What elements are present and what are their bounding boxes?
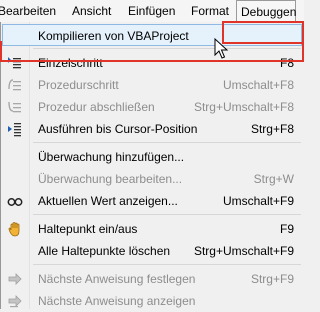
menu-item-prozedur-abschliessen[interactable]: Prozedur abschließen Strg+Umschalt+F8	[3, 96, 302, 118]
menu-item-label: Haltepunkt ein/aus	[38, 222, 138, 236]
step-out-icon	[8, 101, 21, 113]
menu-item-shortcut: Strg+Umschalt+F9	[193, 244, 294, 258]
menu-item-aktuellen-wert-anzeigen[interactable]: Aktuellen Wert anzeigen... Umschalt+F9	[3, 190, 302, 212]
menu-debuggen[interactable]: Debuggen	[236, 0, 296, 23]
menu-item-label: Kompilieren von VBAProject	[38, 29, 189, 43]
menu-item-shortcut: F9	[279, 222, 294, 236]
menu-item-einzelschritt[interactable]: Einzelschritt F8	[3, 52, 302, 74]
step-into-icon	[8, 57, 21, 69]
step-over-icon	[8, 79, 21, 91]
set-next-statement-icon	[8, 273, 22, 285]
menu-separator	[33, 264, 301, 265]
menu-format[interactable]: Format	[187, 0, 233, 22]
menu-item-ueberwachung-bearbeiten[interactable]: Überwachung bearbeiten... Strg+W	[3, 168, 302, 190]
menu-item-label: Ausführen bis Cursor-Position	[38, 122, 198, 136]
menu-item-label: Prozedur abschließen	[38, 100, 155, 114]
menu-bearbeiten[interactable]: Bearbeiten	[0, 0, 60, 22]
menu-separator	[33, 214, 301, 215]
menu-item-shortcut: Umschalt+F8	[222, 78, 294, 92]
menu-item-ausfuehren-bis-cursor[interactable]: Ausführen bis Cursor-Position Strg+F8	[3, 118, 302, 140]
mouse-cursor-icon	[214, 38, 229, 59]
menu-item-shortcut: Strg+F9	[250, 272, 294, 286]
quick-watch-icon	[7, 198, 23, 206]
menu-item-label: Alle Haltepunkte löschen	[38, 244, 171, 258]
menu-item-label: Überwachung hinzufügen...	[38, 150, 185, 164]
menu-item-label: Aktuellen Wert anzeigen...	[38, 194, 178, 208]
menu-ansicht[interactable]: Ansicht	[68, 0, 115, 22]
menu-item-label: Einzelschritt	[38, 56, 103, 70]
menu-item-shortcut: Strg+F8	[250, 122, 294, 136]
menu-item-kompilieren[interactable]: Kompilieren von VBAProject	[2, 24, 302, 46]
menu-item-shortcut: Strg+W	[253, 172, 294, 186]
run-to-cursor-icon	[8, 123, 21, 137]
menu-item-shortcut: F8	[279, 56, 294, 70]
menu-item-shortcut: Umschalt+F9	[222, 194, 294, 208]
menu-item-prozedurschritt[interactable]: Prozedurschritt Umschalt+F8	[3, 74, 302, 96]
menu-item-ueberwachung-hinzufuegen[interactable]: Überwachung hinzufügen...	[3, 146, 302, 168]
menu-item-label: Überwachung bearbeiten...	[38, 172, 183, 186]
show-next-statement-icon	[8, 295, 22, 308]
menu-separator	[33, 142, 301, 143]
menu-item-haltepunkt-ein-aus[interactable]: Haltepunkt ein/aus F9	[3, 218, 302, 240]
debuggen-dropdown-menu: Kompilieren von VBAProject Einzelschritt…	[0, 22, 304, 309]
menu-item-naechste-anweisung-festlegen[interactable]: Nächste Anweisung festlegen Strg+F9	[3, 268, 302, 290]
menu-item-label: Nächste Anweisung festlegen	[38, 272, 196, 286]
menu-item-alle-haltepunkte-loeschen[interactable]: Alle Haltepunkte löschen Strg+Umschalt+F…	[3, 240, 302, 262]
hand-breakpoint-icon	[8, 222, 20, 237]
menu-item-label: Prozedurschritt	[38, 78, 119, 92]
menu-bar: Bearbeiten Ansicht Einfügen Format Debug…	[0, 0, 304, 23]
menu-separator	[33, 48, 301, 49]
menu-item-shortcut: Strg+Umschalt+F8	[193, 100, 294, 114]
menu-einfuegen[interactable]: Einfügen	[124, 0, 179, 22]
